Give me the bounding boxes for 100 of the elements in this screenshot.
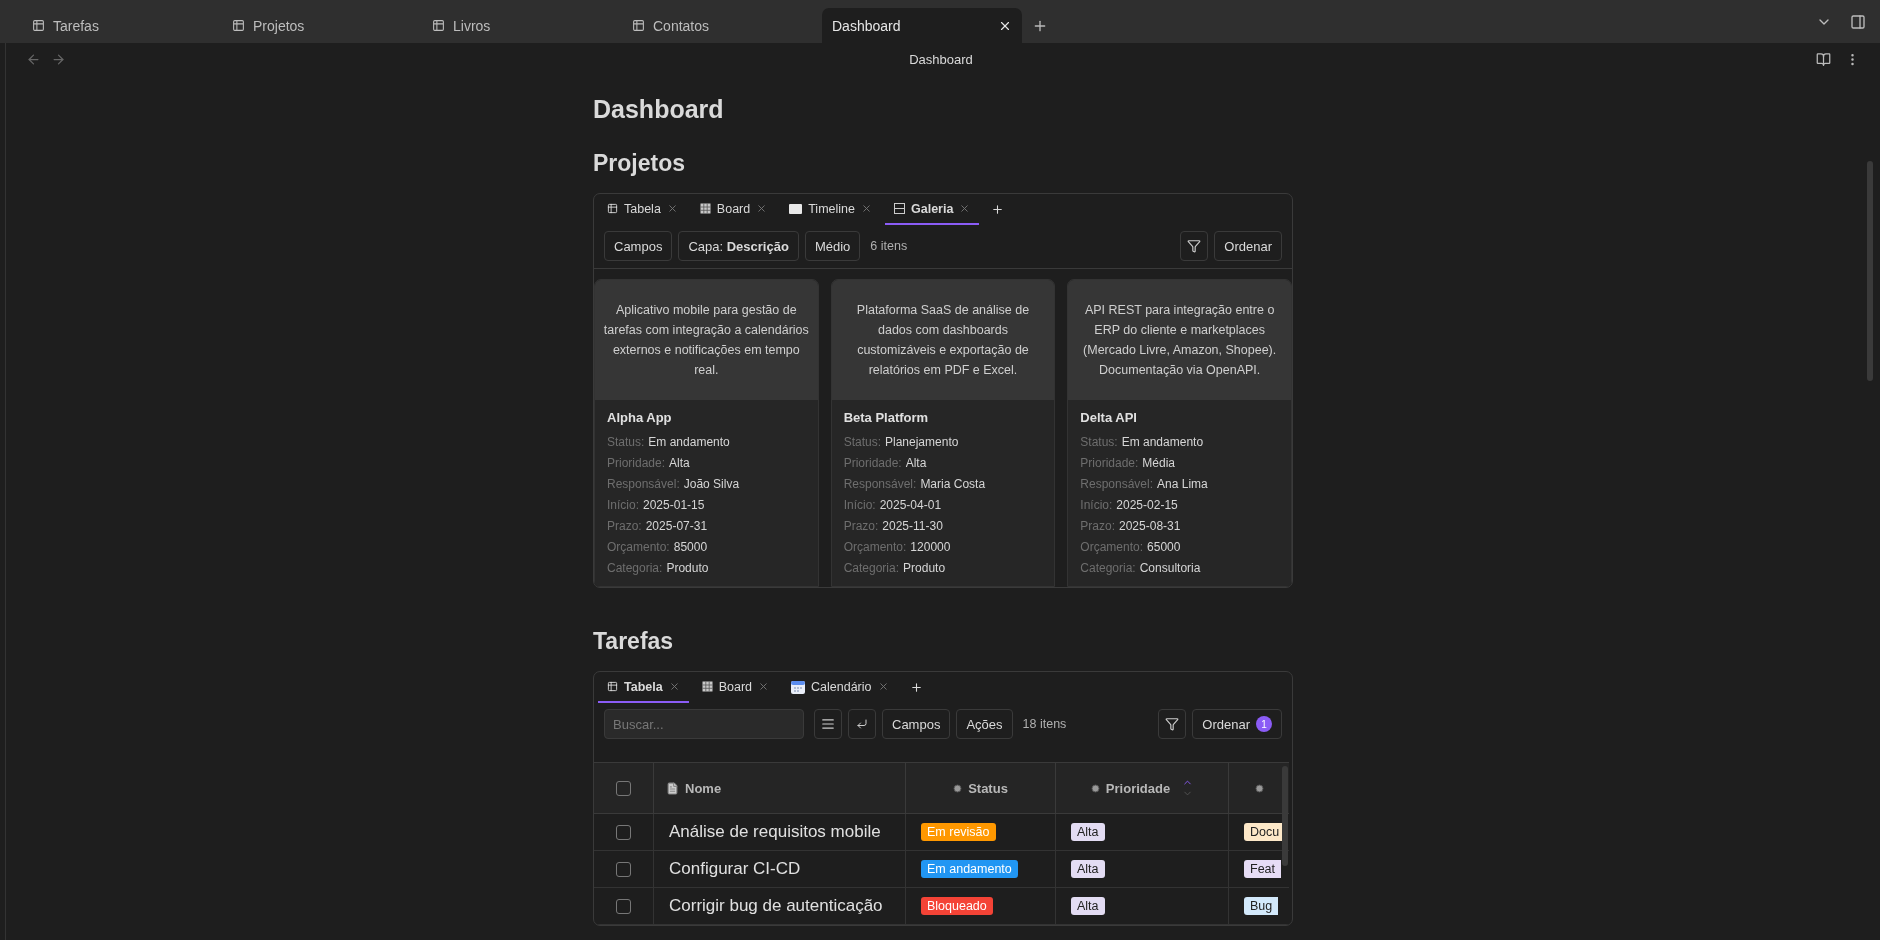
table-icon [632,19,645,32]
board-icon [699,203,711,214]
field-value: Produto [903,560,946,577]
section-heading: Projetos [593,150,687,177]
toolbar-button[interactable]: Campos [882,709,951,739]
priority-tag: Alta [1071,823,1105,841]
property-icon [1254,783,1264,793]
field-value: Alta [905,455,927,472]
card-cover-text: Aplicativo mobile para gestão de tarefas com integração a calendários externos e notificações em tempo real. [595,280,818,400]
gallery-card[interactable] [830,279,1056,587]
window-tab[interactable]: Projetos [222,8,422,43]
table-icon [232,19,245,32]
gallery-card[interactable] [594,279,819,587]
window-tab[interactable]: Contatos [622,8,822,43]
board-icon [701,681,713,692]
table-cell: Análise de requisitos mobile [654,814,906,851]
column-header[interactable]: Status [906,762,1056,814]
filter-button[interactable] [1158,709,1187,739]
select-all-checkbox[interactable] [616,780,631,796]
window-tab[interactable]: Tarefas [22,8,222,43]
status-tag: Em revisão [921,823,996,841]
field-label: Início: [843,497,876,514]
item-count: 6 itens [870,239,908,253]
field-value: 2025-11-30 [882,518,943,535]
field-label: Prazo: [607,518,642,535]
sort-button[interactable]: Ordenar [1214,231,1282,261]
add-view-icon[interactable] [991,203,1005,216]
forward-icon[interactable] [51,51,66,67]
table-cell: Corrigir bug de autenticação [654,888,906,925]
field-value: 2025-07-31 [645,518,708,535]
field-value: João Silva [683,476,740,493]
toolbar-button[interactable]: Capa: Descrição [678,231,799,261]
scrollbar[interactable] [1867,161,1873,381]
field-value: Ana Lima [1157,476,1208,493]
toolbar-button[interactable]: Campos [604,231,673,261]
type-tag: Bug [1244,897,1279,915]
field-label: Status: [843,434,881,451]
field-value: 2025-01-15 [643,497,705,514]
field-label: Prioridade: [843,455,902,472]
table-icon [607,203,618,214]
priority-tag: Alta [1071,860,1105,878]
window-tab[interactable]: Livros [422,8,622,43]
back-icon[interactable] [26,51,41,67]
note-title: Dashboard [908,51,974,67]
search-field[interactable]: Buscar... [604,709,804,739]
field-label: Prazo: [843,518,879,535]
view-tab[interactable]: Timeline [780,194,881,225]
lines-icon [821,717,835,731]
gallery-card[interactable] [1067,279,1292,587]
field-value: 85000 [673,539,708,556]
field-value: Produto [666,560,709,577]
sort-button[interactable]: Ordenar 1 [1192,709,1282,739]
field-label: Categoria: [1080,560,1136,577]
sidebar-toggle-icon[interactable] [1850,13,1866,30]
field-value: Alta [669,455,690,472]
priority-tag: Alta [1071,897,1105,915]
status-tag: Em andamento [921,860,1018,878]
view-tab[interactable]: Galeria [885,194,980,225]
field-label: Orçamento: [607,539,670,556]
field-label: Responsável: [1080,476,1154,493]
book-icon[interactable] [1816,51,1831,67]
calendar-icon [791,679,806,694]
sort-count-badge: 1 [1256,716,1272,732]
column-header[interactable]: Prioridade [1056,762,1229,814]
page-title: Dashboard [593,94,725,124]
row-checkbox[interactable] [616,824,631,840]
status-tag: Bloqueado [921,897,993,915]
field-value: 120000 [910,539,951,556]
toolbar-button[interactable]: Ações [956,709,1013,739]
wrap-button[interactable] [848,709,876,739]
new-tab-icon[interactable] [1032,18,1048,34]
field-label: Status: [1080,434,1118,451]
field-label: Responsável: [843,476,917,493]
view-tab[interactable]: Board [692,672,779,703]
view-tab[interactable]: Calendário [782,672,898,703]
row-height-button[interactable] [814,709,842,739]
row-checkbox[interactable] [616,861,631,877]
type-tag: Feat [1244,860,1281,878]
column-header[interactable]: Nome [654,762,906,814]
filter-icon [1187,239,1202,253]
view-tab[interactable]: Tabela [598,194,687,225]
view-tab[interactable]: Tabela [598,672,689,703]
gallery-icon [894,203,905,214]
field-label: Início: [607,497,639,514]
table-icon [607,681,618,692]
toolbar-button[interactable]: Médio [804,231,861,261]
return-arrow-icon [856,718,868,730]
view-tab[interactable]: Board [690,194,777,225]
field-label: Categoria: [843,560,900,577]
field-value: Maria Costa [920,476,986,493]
field-label: Início: [1080,497,1113,514]
scrollbar[interactable] [1282,766,1288,866]
card-cover-text: API REST para integração entre o ERP do cliente e marketplaces (Mercado Livre, Amazon, Shopee). Documentação via OpenAPI. [1068,280,1291,400]
field-value: Consultoria [1139,560,1201,577]
row-checkbox[interactable] [616,898,631,914]
add-view-icon[interactable] [909,681,923,694]
timeline-icon [789,203,803,214]
card-cover-text: Plataforma SaaS de análise de dados com dashboards customizáveis e exportação de relatórios em PDF e Excel. [831,280,1055,400]
window-tab[interactable]: Dashboard [822,8,1022,43]
filter-button[interactable] [1180,231,1209,261]
